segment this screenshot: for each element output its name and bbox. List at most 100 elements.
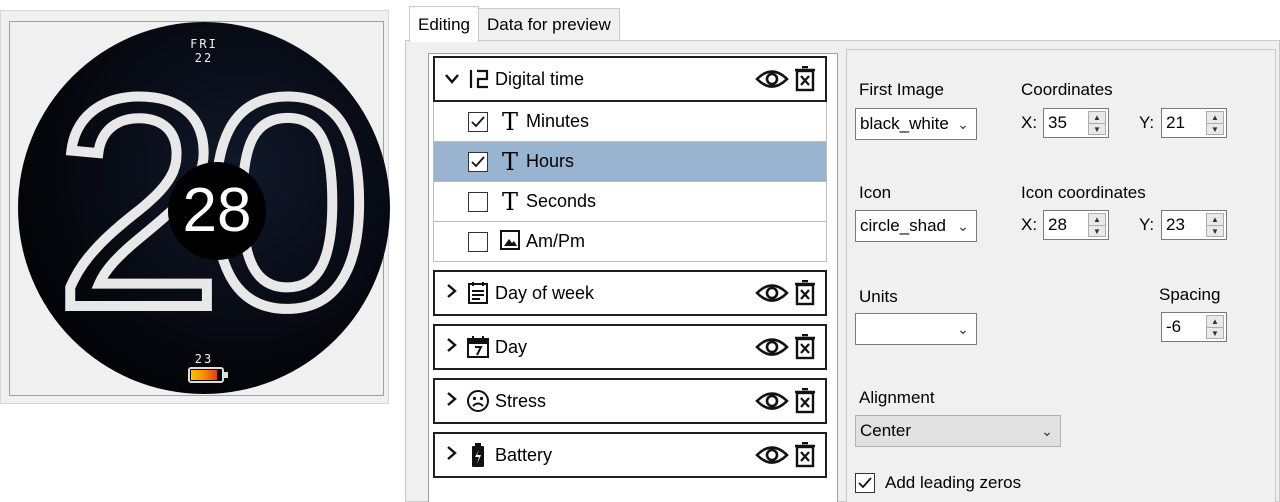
coordinates-label: Coordinates: [1021, 80, 1113, 99]
units-select[interactable]: ⌄: [855, 313, 977, 345]
group-label: Digital time: [495, 68, 585, 89]
stepper-down-icon[interactable]: ▼: [1089, 123, 1105, 134]
subitem-minutes[interactable]: T Minutes: [434, 102, 826, 142]
stepper-up-icon[interactable]: ▲: [1089, 214, 1105, 225]
x-label: X:: [1021, 113, 1038, 132]
spacing-value: -6: [1166, 317, 1182, 336]
checkbox-hours[interactable]: [468, 151, 488, 172]
trash-icon[interactable]: [791, 387, 819, 415]
stepper-up-icon[interactable]: ▲: [1089, 112, 1105, 123]
group-label: Day of week: [495, 282, 595, 303]
stepper-buttons[interactable]: ▲ ▼: [1088, 213, 1106, 237]
digital-12-icon: [465, 66, 491, 92]
chevron-down-icon: ⌄: [957, 321, 969, 337]
group-day-of-week[interactable]: Day of week: [433, 270, 827, 316]
alignment-select[interactable]: Center ⌄: [855, 415, 1061, 447]
checkbox-ampm[interactable]: [468, 231, 488, 252]
trash-icon[interactable]: [791, 279, 819, 307]
text-T-icon: T: [501, 147, 518, 176]
first-image-select[interactable]: black_white ⌄: [855, 108, 977, 140]
calendar-list-icon: [465, 280, 491, 306]
app-root: FRI 22 20 28 23 Editing Data for preview: [0, 0, 1280, 502]
watch-steps: 23: [194, 352, 214, 366]
text-T-icon: T: [501, 107, 518, 136]
group-digital-time[interactable]: Digital time: [433, 56, 827, 102]
stepper-down-icon[interactable]: ▼: [1207, 123, 1223, 134]
stepper-down-icon[interactable]: ▼: [1089, 225, 1105, 236]
watch-minutes: 28: [182, 176, 252, 245]
preview-frame: FRI 22 20 28 23: [9, 21, 390, 396]
eye-icon[interactable]: [753, 280, 791, 306]
tab-editing[interactable]: Editing: [409, 6, 479, 42]
chevron-down-icon: ⌄: [1041, 423, 1053, 439]
tab-bar: Editing Data for preview: [409, 6, 620, 42]
eye-icon[interactable]: [753, 442, 791, 468]
icon-coordinates-label: Icon coordinates: [1021, 183, 1146, 202]
coord-x-value: 35: [1048, 113, 1067, 132]
group-label: Day: [495, 336, 528, 357]
stepper-up-icon[interactable]: ▲: [1207, 316, 1223, 327]
first-image-value: black_white: [860, 114, 949, 133]
units-label: Units: [859, 287, 898, 306]
icon-x-stepper[interactable]: 28 ▲ ▼: [1043, 210, 1109, 240]
group-day[interactable]: Day: [433, 324, 827, 370]
chevron-right-icon[interactable]: [439, 282, 465, 305]
icon-value: circle_shad: [860, 216, 946, 235]
trash-icon[interactable]: [791, 65, 819, 93]
stepper-down-icon[interactable]: ▼: [1207, 327, 1223, 338]
group-stress[interactable]: Stress: [433, 378, 827, 424]
eye-icon[interactable]: [753, 334, 791, 360]
coord-y-stepper[interactable]: 21 ▲ ▼: [1161, 108, 1227, 138]
element-tree[interactable]: Digital time T Minutes T Hours T Seconds…: [428, 53, 838, 502]
spacing-label: Spacing: [1159, 285, 1221, 304]
subitem-label: Am/Pm: [526, 231, 586, 251]
leading-zeros-option[interactable]: Add leading zeros: [855, 473, 1021, 493]
eye-icon[interactable]: [753, 66, 791, 92]
watch-battery-tip: [224, 372, 228, 378]
group-label: Battery: [495, 444, 553, 465]
icon-x-value: 28: [1048, 215, 1067, 234]
subitem-seconds[interactable]: T Seconds: [434, 182, 826, 222]
checkbox-minutes[interactable]: [468, 111, 488, 132]
group-battery[interactable]: Battery: [433, 432, 827, 478]
stepper-down-icon[interactable]: ▼: [1207, 225, 1223, 236]
trash-icon[interactable]: [791, 441, 819, 469]
stepper-buttons[interactable]: ▲ ▼: [1206, 315, 1224, 339]
subitem-hours[interactable]: T Hours: [434, 142, 826, 182]
tab-data-for-preview[interactable]: Data for preview: [477, 8, 620, 42]
chevron-right-icon[interactable]: [439, 390, 465, 413]
trash-icon[interactable]: [791, 333, 819, 361]
spacing-stepper[interactable]: -6 ▲ ▼: [1161, 312, 1227, 342]
icon-y-stepper[interactable]: 23 ▲ ▼: [1161, 210, 1227, 240]
first-image-label: First Image: [859, 80, 945, 99]
stepper-buttons[interactable]: ▲ ▼: [1088, 111, 1106, 135]
chevron-down-icon: ⌄: [957, 116, 969, 132]
icon-y-label: Y:: [1139, 215, 1155, 234]
subitem-ampm[interactable]: Am/Pm: [434, 222, 826, 262]
coord-x-stepper[interactable]: 35 ▲ ▼: [1043, 108, 1109, 138]
stepper-up-icon[interactable]: ▲: [1207, 214, 1223, 225]
battery-icon: [465, 442, 491, 468]
calendar-7-icon: [465, 334, 491, 360]
stepper-up-icon[interactable]: ▲: [1207, 112, 1223, 123]
checkbox-seconds[interactable]: [468, 191, 488, 212]
watch-battery-fill: [191, 370, 217, 380]
text-T-icon: T: [501, 187, 518, 216]
y-label: Y:: [1139, 113, 1155, 132]
eye-icon[interactable]: [753, 388, 791, 414]
leading-zeros-checkbox[interactable]: [855, 473, 875, 493]
chevron-right-icon[interactable]: [439, 444, 465, 467]
stepper-buttons[interactable]: ▲ ▼: [1206, 213, 1224, 237]
properties-panel: First Image black_white ⌄ Coordinates X:…: [846, 49, 1276, 502]
image-icon: [498, 229, 522, 254]
digital-time-subitems: T Minutes T Hours T Seconds Am/Pm: [433, 102, 827, 262]
chevron-right-icon[interactable]: [439, 336, 465, 359]
leading-zeros-label: Add leading zeros: [885, 473, 1022, 492]
subitem-label: Hours: [526, 151, 575, 171]
preview-pane: FRI 22 20 28 23: [0, 10, 390, 404]
chevron-down-icon[interactable]: [439, 68, 465, 91]
editing-panel: Digital time T Minutes T Hours T Seconds…: [405, 40, 1280, 502]
stepper-buttons[interactable]: ▲ ▼: [1206, 111, 1224, 135]
subitem-label: Seconds: [526, 191, 597, 211]
icon-select[interactable]: circle_shad ⌄: [855, 210, 977, 242]
